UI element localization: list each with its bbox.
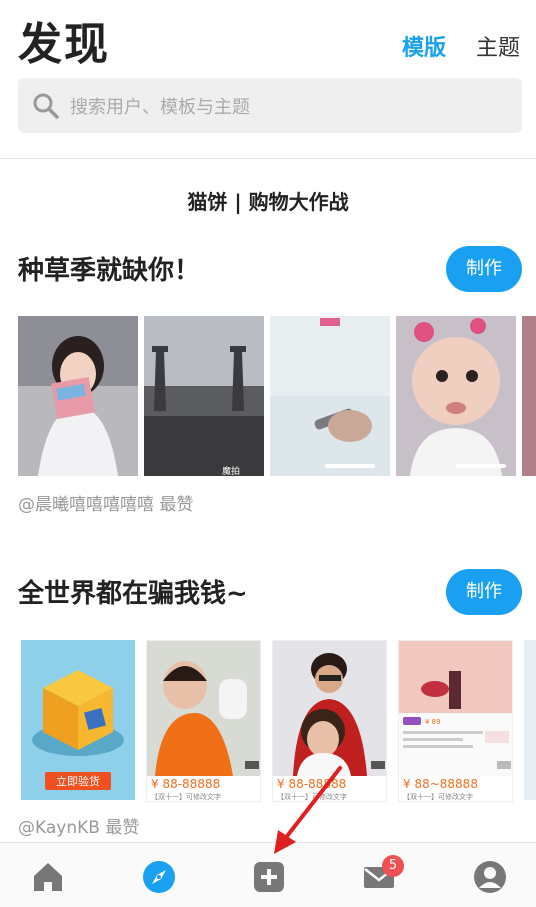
search-input[interactable]: 搜索用户、模板与主题 xyxy=(70,93,250,119)
product-price: ¥ 88-88888 xyxy=(151,777,221,791)
section-title: 种草季就缺你！ xyxy=(18,256,201,286)
template-thumbnail[interactable] xyxy=(396,316,516,476)
template-thumbnail[interactable] xyxy=(18,316,138,476)
template-thumbnail[interactable] xyxy=(524,640,536,800)
product-price: ¥ 88~88888 xyxy=(403,777,478,791)
template-thumbnail[interactable] xyxy=(270,316,390,476)
product-photo xyxy=(273,641,386,776)
product-description: 【双十一】可修改文字 xyxy=(403,793,473,801)
template-thumbnail[interactable]: 魔拍 xyxy=(144,316,264,476)
top-liker-caption[interactable]: @晨曦嘻嘻嘻嘻嘻 最赞 xyxy=(18,490,193,515)
verify-button-text: 立即验货 xyxy=(56,774,100,788)
make-button[interactable]: 制作 xyxy=(446,569,522,615)
banner-title[interactable]: 猫饼 | 购物大作战 xyxy=(0,186,536,215)
search-bar[interactable]: 搜索用户、模板与主题 xyxy=(18,78,522,133)
message-badge: 5 xyxy=(382,855,404,877)
thumbnail-text: 魔拍 xyxy=(222,465,240,476)
page-title: 发现 xyxy=(18,19,110,70)
mini-price: ¥ 89 xyxy=(425,718,441,726)
home-icon[interactable] xyxy=(31,860,65,894)
profile-icon[interactable] xyxy=(473,860,507,894)
template-thumbnails: 魔拍 xyxy=(18,316,536,476)
product-card[interactable]: ¥ 88-88888 【双十一】可修改文字 xyxy=(146,640,261,802)
section-title: 全世界都在骗我钱~ xyxy=(18,579,248,609)
make-button[interactable]: 制作 xyxy=(446,246,522,292)
annotation-arrow xyxy=(274,766,342,854)
discover-icon[interactable] xyxy=(142,860,176,894)
product-photo: ¥ 89 xyxy=(399,641,512,776)
create-icon[interactable] xyxy=(252,860,286,894)
tab-templates[interactable]: 模版 xyxy=(402,30,446,62)
search-icon xyxy=(33,93,59,119)
divider xyxy=(0,158,536,159)
template-thumbnail[interactable] xyxy=(522,316,536,476)
product-description: 【双十一】可修改文字 xyxy=(151,793,221,801)
product-photo xyxy=(147,641,260,776)
product-card[interactable]: ¥ 89 ¥ 88~88888 【双十一】可修改文字 xyxy=(398,640,513,802)
template-thumbnail[interactable]: 立即验货 xyxy=(21,640,135,800)
tab-themes[interactable]: 主题 xyxy=(476,30,520,62)
top-liker-caption[interactable]: @KaynKB 最赞 xyxy=(18,813,139,838)
header: 发现 模版 主题 xyxy=(0,0,536,78)
